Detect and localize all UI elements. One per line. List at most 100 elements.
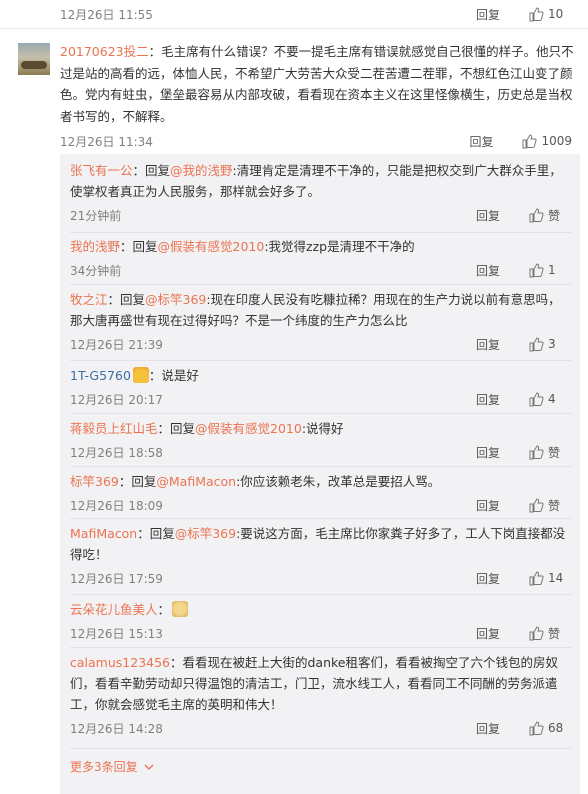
like-count: 赞 [548, 208, 561, 223]
avatar[interactable] [18, 43, 50, 75]
reply-author-link[interactable]: 蒋毅员上红山毛 [70, 421, 158, 436]
reply-author-link[interactable]: MafiMacon [70, 526, 137, 541]
reply-item: 张飞有一公：回复@我的浅野:清理肯定是清理不干净的，只能是把权交到广大群众手里，… [70, 160, 572, 226]
like-button[interactable]: 赞 [528, 444, 572, 461]
thumbs-up-icon [529, 392, 544, 407]
reply-item: 我的浅野：回复@假装有感觉2010:我觉得zzp是清理不干净的 34分钟前 回复… [70, 236, 572, 281]
comment-actions: 回复 1009 [469, 133, 572, 150]
more-replies-link[interactable]: 更多3条回复 [70, 758, 154, 775]
reply-button[interactable]: 回复 [476, 391, 528, 408]
reply-actions: 回复 4 [476, 391, 572, 408]
like-button[interactable]: 3 [528, 336, 572, 352]
thumbs-up-icon [529, 498, 544, 513]
reply-actions: 回复 赞 [476, 497, 572, 514]
reply-body: 牧之江：回复@标竿369:现在印度人民没有吃糠拉稀？用现在的生产力说以前有意思吗… [70, 289, 572, 331]
reply-item: 牧之江：回复@标竿369:现在印度人民没有吃糠拉稀？用现在的生产力说以前有意思吗… [70, 289, 572, 355]
main-comment: 20170623投二：毛主席有什么错误？不要一提毛主席有错误就感觉自己很懂的样子… [0, 28, 588, 154]
like-count: 赞 [548, 626, 561, 641]
mention-link[interactable]: @假装有感觉2010 [195, 421, 302, 436]
reply-body: 我的浅野：回复@假装有感觉2010:我觉得zzp是清理不干净的 [70, 236, 572, 257]
mention-link[interactable]: @MafiMacon [156, 474, 236, 489]
comment-date: 12月26日 11:34 [60, 134, 153, 149]
reply-item: 标竿369：回复@MafiMacon:你应该赖老朱，改革总是要招人骂。 12月2… [70, 471, 572, 516]
previous-comment-meta: 12月26日 11:55 回复 10 [60, 0, 572, 28]
reply-button[interactable]: 回复 [476, 444, 528, 461]
like-button[interactable]: 68 [528, 720, 572, 736]
like-count: 4 [548, 392, 556, 406]
thumbs-up-icon [529, 626, 544, 641]
reply-text: ： [157, 602, 171, 617]
mention-link[interactable]: @标竿369 [145, 292, 206, 307]
reply-date: 12月26日 15:13 [70, 626, 163, 641]
reply-author-link[interactable]: 云朵花儿鱼美人 [70, 602, 158, 617]
reply-actions: 回复 赞 [476, 444, 572, 461]
like-button[interactable]: 4 [528, 391, 572, 407]
thumbs-up-icon [522, 134, 538, 149]
like-button[interactable]: 赞 [528, 497, 572, 514]
reply-author-link[interactable]: 我的浅野 [70, 239, 120, 254]
main-comment-body: 20170623投二：毛主席有什么错误？不要一提毛主席有错误就感觉自己很懂的样子… [60, 41, 576, 127]
crown-emoji-icon [132, 367, 149, 383]
reply-actions: 回复 68 [476, 720, 572, 737]
mention-link[interactable]: @假装有感觉2010 [158, 239, 265, 254]
reply-meta: 12月26日 17:59 回复 14 [70, 567, 572, 589]
thumbs-up-icon [529, 337, 544, 352]
reply-item: 云朵花儿鱼美人： 12月26日 15:13 回复 赞 [70, 599, 572, 644]
reply-prefix: ：回复 [118, 474, 157, 489]
reply-date: 12月26日 18:09 [70, 498, 163, 513]
reply-button[interactable]: 回复 [476, 570, 528, 587]
reply-actions: 回复 14 [476, 570, 572, 587]
reply-button[interactable]: 回复 [476, 497, 528, 514]
reply-prefix: ：回复 [157, 421, 196, 436]
reply-date: 12月26日 21:39 [70, 337, 163, 352]
reply-author-link[interactable]: 张飞有一公 [70, 163, 133, 178]
reply-meta: 12月26日 20:17 回复 4 [70, 388, 572, 410]
like-button[interactable]: 1 [528, 262, 572, 278]
reply-item: calamus123456：看看现在被赶上大街的danke租客们，看看被掏空了六… [70, 652, 572, 739]
reply-text: :说得好 [301, 421, 344, 436]
reply-body: 蒋毅员上红山毛：回复@假装有感觉2010:说得好 [70, 418, 572, 439]
reply-author-link[interactable]: calamus123456 [70, 655, 170, 670]
like-button[interactable]: 10 [528, 6, 572, 22]
more-replies-label: 更多3条回复 [70, 760, 138, 774]
reply-author-link[interactable]: 1T-G5760 [70, 368, 131, 383]
thumbs-up-icon [529, 445, 544, 460]
reply-button[interactable]: 回复 [476, 625, 528, 642]
like-count: 3 [548, 337, 556, 351]
main-comment-meta: 12月26日 11:34 回复 1009 [60, 131, 572, 151]
reply-date: 21分钟前 [70, 208, 122, 223]
like-button[interactable]: 赞 [528, 207, 572, 224]
mention-link[interactable]: @我的浅野 [170, 163, 233, 178]
reply-prefix: ：回复 [107, 292, 146, 307]
like-button[interactable]: 赞 [528, 625, 572, 642]
reply-actions: 回复 赞 [476, 207, 572, 224]
reply-body: 1T-G5760 ：说是好 [70, 365, 572, 386]
reply-meta: 21分钟前 回复 赞 [70, 204, 572, 226]
thumbs-up-icon [529, 721, 544, 736]
reply-button[interactable]: 回复 [469, 133, 521, 150]
reply-button[interactable]: 回复 [476, 720, 528, 737]
reply-prefix: ：回复 [120, 239, 158, 254]
reply-list: 张飞有一公：回复@我的浅野:清理肯定是清理不干净的，只能是把权交到广大群众手里，… [60, 154, 580, 794]
reply-item: MafiMacon：回复@标竿369:要说这方面，毛主席比你家粪子好多了，工人下… [70, 523, 572, 589]
reply-body: MafiMacon：回复@标竿369:要说这方面，毛主席比你家粪子好多了，工人下… [70, 523, 572, 565]
reply-author-link[interactable]: 牧之江 [70, 292, 108, 307]
like-button[interactable]: 1009 [521, 133, 572, 149]
reply-button[interactable]: 回复 [476, 6, 528, 23]
reply-button[interactable]: 回复 [476, 207, 528, 224]
reply-button[interactable]: 回复 [476, 336, 528, 353]
reply-button[interactable]: 回复 [476, 262, 528, 279]
mention-link[interactable]: @标竿369 [175, 526, 236, 541]
reply-meta: 12月26日 18:09 回复 赞 [70, 494, 572, 516]
thumbs-up-icon [529, 263, 544, 278]
reply-author-link[interactable]: 标竿369 [70, 474, 119, 489]
like-count: 14 [548, 571, 564, 585]
reply-text: :我觉得zzp是清理不干净的 [264, 239, 415, 254]
reply-date: 12月26日 20:17 [70, 392, 163, 407]
reply-date: 34分钟前 [70, 263, 122, 278]
thumbs-up-icon [529, 571, 544, 586]
comment-author-link[interactable]: 20170623投二 [60, 44, 149, 59]
like-button[interactable]: 14 [528, 570, 572, 586]
reply-body: calamus123456：看看现在被赶上大街的danke租客们，看看被掏空了六… [70, 652, 572, 715]
comment-date: 12月26日 11:55 [60, 7, 153, 22]
